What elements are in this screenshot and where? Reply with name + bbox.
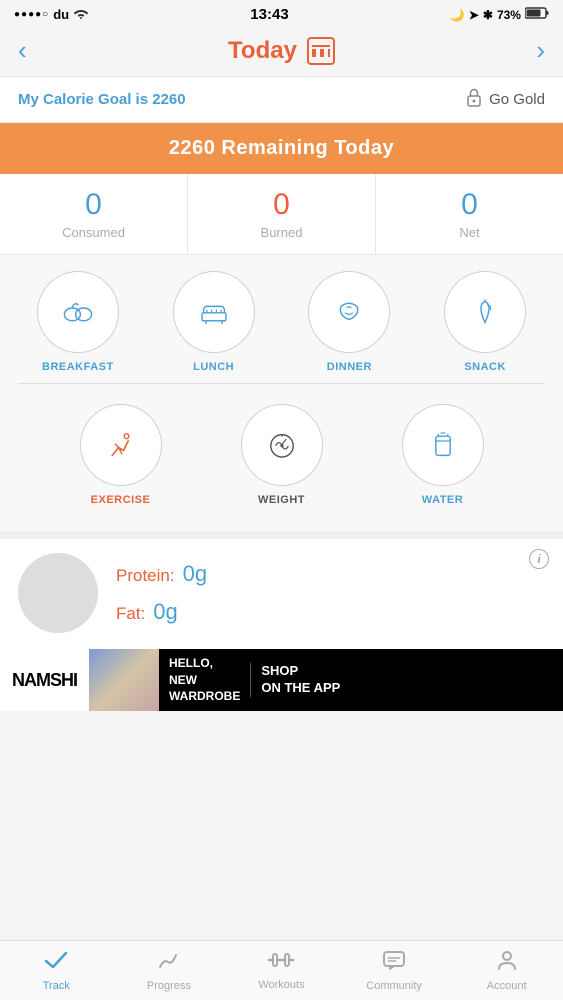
meal-icons-row: BREAKFAST LUNCH xyxy=(0,271,563,373)
tab-progress[interactable]: Progress xyxy=(113,941,226,1000)
lunch-label: LUNCH xyxy=(193,361,234,373)
lunch-button[interactable]: LUNCH xyxy=(173,271,255,373)
progress-label: Progress xyxy=(147,980,191,992)
community-icon xyxy=(382,949,406,977)
snack-circle xyxy=(444,271,526,353)
water-circle xyxy=(402,404,484,486)
fat-row: Fat: 0g xyxy=(116,599,207,625)
ad-logo-section: NAMSHI xyxy=(0,649,89,711)
calorie-goal-text: My Calorie Goal is 2260 xyxy=(18,91,186,108)
status-right: 🌙 ➤ ✱ 73% xyxy=(450,7,549,22)
account-icon xyxy=(496,949,518,977)
status-left: ●●●●○ du xyxy=(14,7,89,22)
burned-stat: 0 Burned xyxy=(188,174,376,254)
avatar xyxy=(18,553,98,633)
tab-account[interactable]: Account xyxy=(450,941,563,1000)
remaining-banner: 2260 Remaining Today xyxy=(0,123,563,174)
net-label: Net xyxy=(459,225,479,240)
breakfast-label: BREAKFAST xyxy=(42,361,114,373)
snack-label: SNACK xyxy=(464,361,506,373)
location-icon: ➤ xyxy=(469,8,479,22)
exercise-button[interactable]: EXERCISE xyxy=(80,404,162,506)
protein-row: Protein: 0g xyxy=(116,561,207,587)
macro-values: Protein: 0g Fat: 0g xyxy=(116,561,207,625)
status-time: 13:43 xyxy=(250,6,288,23)
exercise-label: EXERCISE xyxy=(91,494,151,506)
dinner-button[interactable]: DINNER xyxy=(308,271,390,373)
water-label: WATER xyxy=(422,494,463,506)
lock-icon xyxy=(465,87,483,112)
breakfast-circle xyxy=(37,271,119,353)
calorie-goal-value: 2260 xyxy=(152,91,185,108)
go-gold-button[interactable]: Go Gold xyxy=(465,87,545,112)
track-label: Track xyxy=(43,980,70,992)
wifi-icon xyxy=(73,7,89,22)
next-day-button[interactable]: › xyxy=(536,35,545,66)
protein-label: Protein: xyxy=(116,566,175,586)
dinner-circle xyxy=(308,271,390,353)
remaining-text: 2260 Remaining Today xyxy=(169,137,394,159)
status-bar: ●●●●○ du 13:43 🌙 ➤ ✱ 73% xyxy=(0,0,563,27)
progress-icon xyxy=(157,949,181,977)
activity-icons-row: EXERCISE WEIGHT xyxy=(0,394,563,522)
ad-banner[interactable]: NAMSHI HELLO, NEW WARDROBE SHOP ON THE A… xyxy=(0,649,563,711)
signal-dots: ●●●●○ xyxy=(14,9,49,20)
calorie-goal-row: My Calorie Goal is 2260 Go Gold xyxy=(0,76,563,123)
nav-header: ‹ Today › xyxy=(0,27,563,76)
battery-percentage: 73% xyxy=(497,8,521,22)
ad-logo-text: NAMSHI xyxy=(12,670,77,691)
tab-track[interactable]: Track xyxy=(0,941,113,1000)
ad-image xyxy=(89,649,159,711)
tab-bar: Track Progress Workouts xyxy=(0,940,563,1000)
breakfast-button[interactable]: BREAKFAST xyxy=(37,271,119,373)
dinner-label: DINNER xyxy=(327,361,372,373)
bluetooth-icon: ✱ xyxy=(483,8,493,22)
macro-section: i Protein: 0g Fat: 0g xyxy=(0,533,563,649)
go-gold-label: Go Gold xyxy=(489,91,545,108)
workouts-icon xyxy=(267,950,295,976)
tab-community[interactable]: Community xyxy=(338,941,451,1000)
stats-row: 0 Consumed 0 Burned 0 Net xyxy=(0,174,563,255)
lunch-circle xyxy=(173,271,255,353)
exercise-circle xyxy=(80,404,162,486)
weight-label: WEIGHT xyxy=(258,494,305,506)
calendar-icon[interactable] xyxy=(307,37,335,65)
moon-icon: 🌙 xyxy=(450,8,465,22)
water-button[interactable]: WATER xyxy=(402,404,484,506)
prev-day-button[interactable]: ‹ xyxy=(18,35,27,66)
protein-value: 0g xyxy=(183,561,207,587)
ad-tagline: HELLO, NEW WARDROBE xyxy=(159,655,250,705)
community-label: Community xyxy=(366,980,422,992)
consumed-label: Consumed xyxy=(62,225,125,240)
ad-cta[interactable]: SHOP ON THE APP xyxy=(250,663,350,697)
net-value: 0 xyxy=(376,188,563,222)
current-day-title: Today xyxy=(228,37,335,65)
consumed-stat: 0 Consumed xyxy=(0,174,188,254)
section-divider xyxy=(18,383,545,384)
info-icon[interactable]: i xyxy=(529,549,549,569)
tab-workouts[interactable]: Workouts xyxy=(225,941,338,1000)
burned-value: 0 xyxy=(188,188,375,222)
account-label: Account xyxy=(487,980,527,992)
battery-icon xyxy=(525,7,549,22)
carrier-name: du xyxy=(53,7,69,22)
consumed-value: 0 xyxy=(0,188,187,222)
meal-section: BREAKFAST LUNCH xyxy=(0,255,563,533)
burned-label: Burned xyxy=(261,225,303,240)
net-stat: 0 Net xyxy=(376,174,563,254)
today-label: Today xyxy=(228,37,297,65)
weight-button[interactable]: WEIGHT xyxy=(241,404,323,506)
workouts-label: Workouts xyxy=(258,979,304,991)
fat-value: 0g xyxy=(153,599,177,625)
snack-button[interactable]: SNACK xyxy=(444,271,526,373)
weight-circle xyxy=(241,404,323,486)
fat-label: Fat: xyxy=(116,604,145,624)
track-icon xyxy=(44,949,68,977)
